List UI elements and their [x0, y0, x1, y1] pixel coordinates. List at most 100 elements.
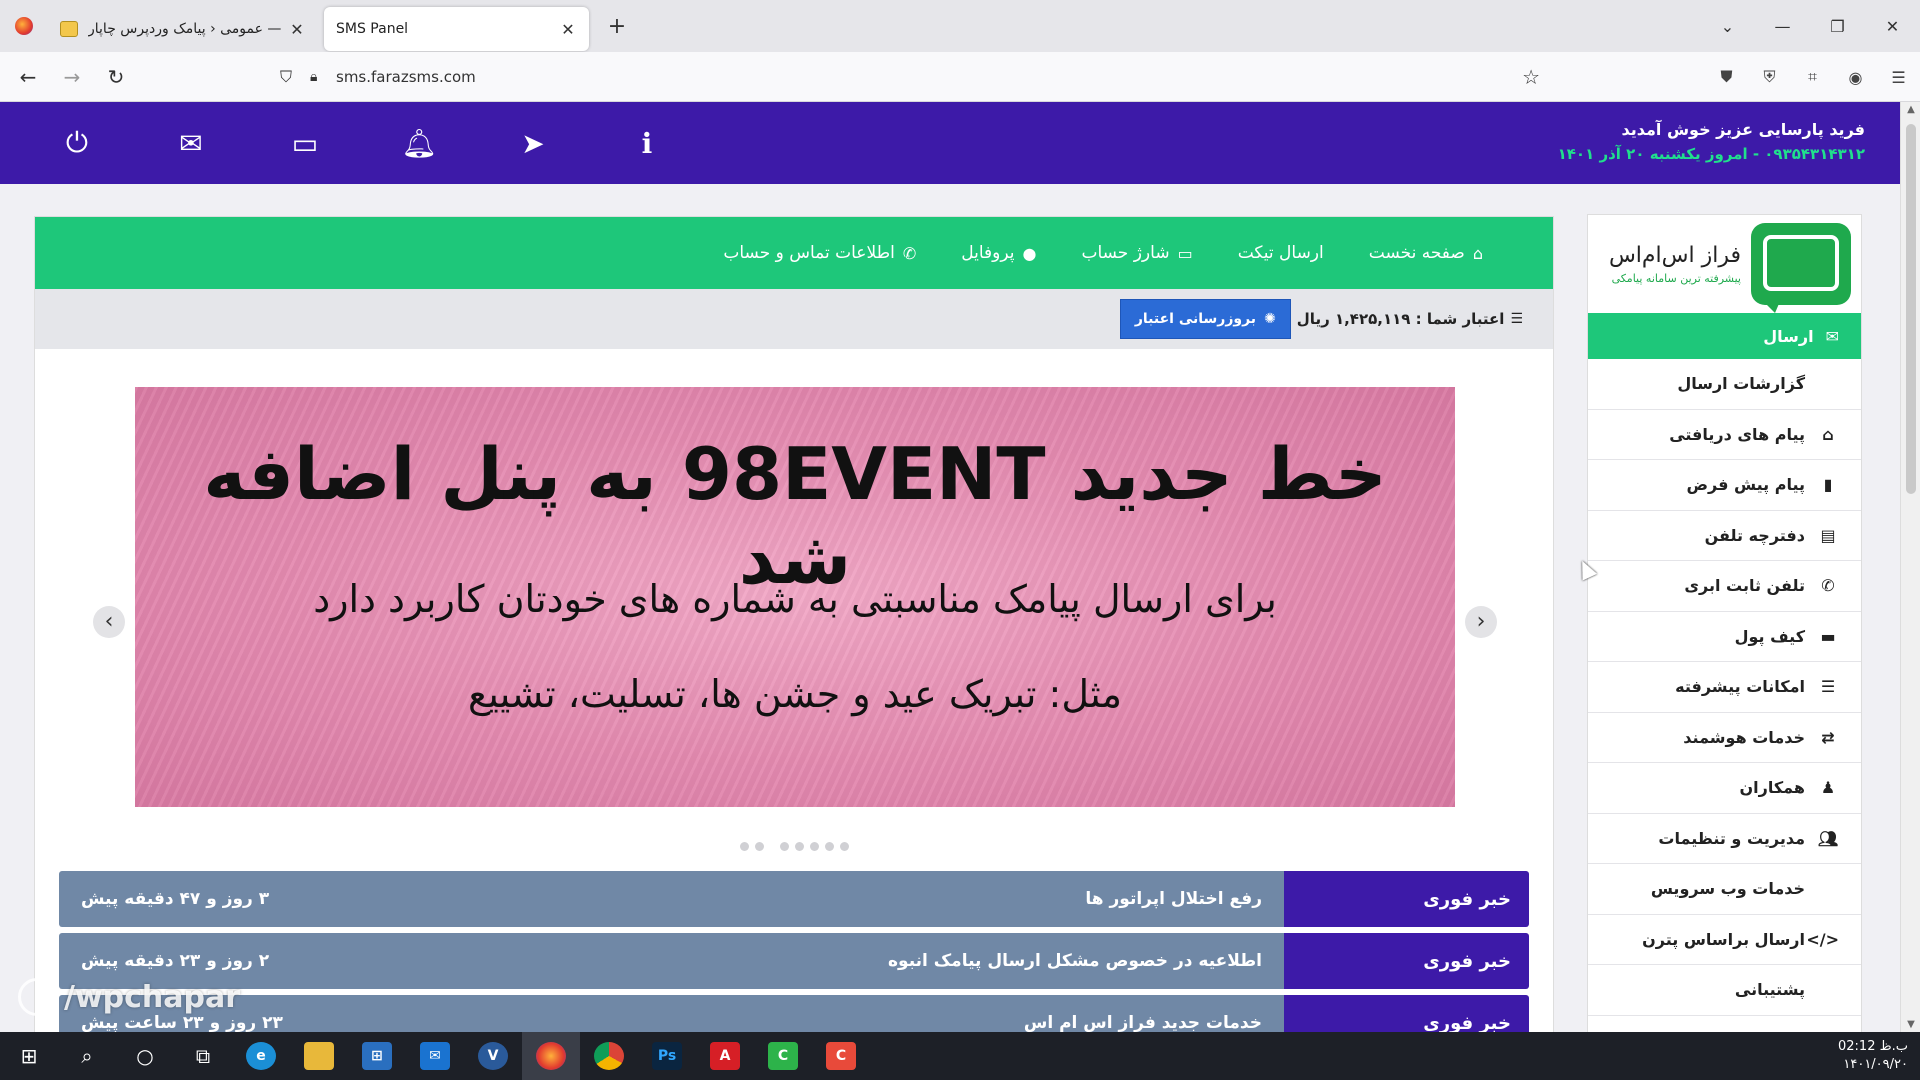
- hamburger-menu-icon[interactable]: ☰: [1877, 68, 1920, 87]
- code-icon: </>: [1806, 929, 1839, 949]
- reload-icon[interactable]: ↻: [94, 65, 138, 89]
- cortana-icon[interactable]: ○: [116, 1032, 174, 1080]
- sidebar-item-send-reports[interactable]: گزارشات ارسال: [1588, 359, 1861, 410]
- carousel-dot[interactable]: [754, 842, 764, 851]
- browser-tab-sms-panel[interactable]: SMS Panel ✕: [324, 7, 589, 51]
- tracking-shield-icon[interactable]: ⛉: [280, 67, 310, 87]
- crop-icon[interactable]: ⌗: [1791, 67, 1834, 87]
- firefox-menu-button[interactable]: [0, 0, 48, 52]
- task-view-icon[interactable]: ⧉: [174, 1032, 232, 1080]
- account-icon[interactable]: ◉: [1834, 68, 1877, 87]
- close-tab-icon[interactable]: ✕: [559, 20, 577, 39]
- list-icon: ☰: [1820, 677, 1836, 697]
- bell-icon[interactable]: 🔔︎: [362, 127, 476, 160]
- system-clock[interactable]: ب.ظ 02:12 ۱۴۰۱/۰۹/۲۰: [1838, 1038, 1908, 1074]
- chrome-icon[interactable]: [580, 1032, 638, 1080]
- browser-nav-bar: ← → ↻ ⛉ 🔒︎ sms.farazsms.com ☆ ⛊ ⛨ ⌗ ◉ ☰: [0, 52, 1920, 102]
- close-window-icon[interactable]: ✕: [1865, 17, 1920, 36]
- sidebar-item-inbox[interactable]: ⌂ پیام های دریافتی: [1588, 410, 1861, 460]
- sidebar-item-wallet[interactable]: ▬ کیف پول: [1588, 612, 1861, 662]
- retweet-icon: ⇄: [1821, 727, 1835, 747]
- menu-send-ticket[interactable]: ارسال تیکت: [1238, 243, 1324, 263]
- acrobat-icon[interactable]: A: [696, 1032, 754, 1080]
- lock-icon[interactable]: 🔒︎: [310, 69, 336, 85]
- sidebar-item-support[interactable]: پشتیبانی: [1588, 965, 1861, 1016]
- clock-date: ۱۴۰۱/۰۹/۲۰: [1843, 1057, 1908, 1072]
- refresh-credit-button[interactable]: ✺ بروزرسانی اعتبار: [1119, 299, 1291, 339]
- sidebar: فراز اس‌ام‌اس پیشرفته ترین سامانه پیامکی…: [1587, 214, 1862, 1032]
- ticket-icon[interactable]: ▭: [248, 127, 362, 160]
- url-text[interactable]: sms.farazsms.com: [336, 68, 476, 86]
- back-icon[interactable]: ←: [6, 65, 50, 89]
- sidebar-item-pattern-send[interactable]: </> ارسال براساس پترن: [1588, 915, 1861, 965]
- welcome-text: فرید پارسایی عزیز خوش آمدید: [1621, 120, 1866, 139]
- book-icon: ▤: [1820, 525, 1836, 545]
- list-all-tabs-icon[interactable]: ⌄: [1700, 17, 1755, 36]
- inbox-icon: ⌂: [1822, 424, 1834, 444]
- camtasia-green-icon[interactable]: C: [754, 1032, 812, 1080]
- carousel-indicators: [35, 842, 1553, 851]
- pocket-icon[interactable]: ⛊: [1705, 67, 1748, 87]
- news-item[interactable]: خبر فوری خدمات جدید فراز اس ام اس ۲۳ روز …: [59, 995, 1529, 1032]
- paper-plane-icon[interactable]: ➤: [476, 127, 590, 160]
- minimize-window-icon[interactable]: —: [1755, 17, 1810, 36]
- sidebar-item-phonebook[interactable]: ▤ دفترچه تلفن: [1588, 511, 1861, 561]
- menu-contact-info[interactable]: ✆ اطلاعات تماس و حساب: [723, 243, 916, 263]
- envelope-open-icon[interactable]: ✉: [134, 127, 248, 160]
- news-item[interactable]: خبر فوری اطلاعیه در خصوص مشکل ارسال پیام…: [59, 933, 1529, 989]
- address-bar[interactable]: ⛉ 🔒︎ sms.farazsms.com ☆: [280, 59, 1540, 95]
- power-icon[interactable]: ⏻: [20, 126, 134, 160]
- search-icon[interactable]: ⌕: [58, 1032, 116, 1080]
- v-app-icon[interactable]: V: [464, 1032, 522, 1080]
- menu-account-charge[interactable]: ▭ شارژ حساب: [1081, 243, 1192, 263]
- carousel-dot[interactable]: [824, 842, 834, 851]
- credit-bar: ☰ اعتبار شما : ۱,۴۲۵,۱۱۹ ریال ✺ بروزرسان…: [35, 289, 1553, 349]
- restore-window-icon[interactable]: ❐: [1810, 17, 1865, 36]
- carousel-prev-icon[interactable]: ‹: [93, 606, 125, 638]
- browser-tab-wordpress[interactable]: عمومی ‹ پیامک وردپرس چاپار — ✕: [48, 8, 318, 50]
- logo[interactable]: فراز اس‌ام‌اس پیشرفته ترین سامانه پیامکی: [1588, 215, 1861, 313]
- sidebar-item-partners[interactable]: ♟ همکاران: [1588, 763, 1861, 814]
- store-icon[interactable]: ⊞: [348, 1032, 406, 1080]
- scroll-up-icon[interactable]: ▲: [1901, 104, 1920, 115]
- announcement-carousel[interactable]: خط جدید 98EVENT به پنل اضافه شد برای ارس…: [135, 387, 1455, 807]
- scroll-down-icon[interactable]: ▼: [1901, 1019, 1920, 1030]
- sidebar-item-smart-services[interactable]: ⇄ خدمات هوشمند: [1588, 713, 1861, 763]
- close-tab-icon[interactable]: ✕: [288, 20, 306, 39]
- shield-extension-icon[interactable]: ⛨: [1748, 67, 1791, 87]
- carousel-dot[interactable]: [809, 842, 819, 851]
- news-item[interactable]: خبر فوری رفع اختلال اپراتور ها ۳ روز و ۴۷…: [59, 871, 1529, 927]
- logo-tagline: پیشرفته ترین سامانه پیامکی: [1611, 272, 1741, 285]
- file-explorer-icon[interactable]: [290, 1032, 348, 1080]
- user-tie-icon: ♟: [1820, 778, 1836, 798]
- logo-mark-icon: [1751, 223, 1851, 313]
- carousel-next-icon[interactable]: ›: [1465, 606, 1497, 638]
- carousel-dot[interactable]: [839, 842, 849, 851]
- sidebar-item-advanced-features[interactable]: ☰ امکانات پیشرفته: [1588, 662, 1861, 713]
- news-time: ۲ روز و ۲۳ دقیقه پیش: [81, 951, 270, 971]
- forward-icon[interactable]: →: [50, 65, 94, 89]
- photoshop-icon[interactable]: Ps: [638, 1032, 696, 1080]
- windows-start-icon[interactable]: ⊞: [0, 1032, 58, 1080]
- sidebar-item-cloud-phone[interactable]: ✆ تلفن ثابت ابری: [1588, 561, 1861, 612]
- mail-icon[interactable]: ✉: [406, 1032, 464, 1080]
- sidebar-item-web-service[interactable]: خدمات وب سرویس: [1588, 864, 1861, 915]
- carousel-dot[interactable]: [794, 842, 804, 851]
- firefox-taskbar-icon[interactable]: [522, 1032, 580, 1080]
- logo-name: فراز اس‌ام‌اس: [1608, 243, 1741, 268]
- sidebar-item-management-settings[interactable]: 👥︎ مدیریت و تنظیمات: [1588, 814, 1861, 864]
- page-scrollbar[interactable]: ▲ ▼: [1900, 102, 1920, 1032]
- carousel-dot[interactable]: [739, 842, 749, 851]
- info-icon[interactable]: ℹ: [590, 127, 704, 160]
- new-tab-button[interactable]: +: [597, 14, 637, 39]
- bookmark-star-icon[interactable]: ☆: [1522, 65, 1540, 89]
- camtasia-red-icon[interactable]: C: [812, 1032, 870, 1080]
- carousel-dot[interactable]: [779, 842, 789, 851]
- scrollbar-thumb[interactable]: [1906, 124, 1916, 494]
- edge-icon[interactable]: e: [232, 1032, 290, 1080]
- sidebar-item-default-messages[interactable]: ▮ پیام پیش فرض: [1588, 460, 1861, 511]
- sidebar-send-button[interactable]: ✉ ارسال: [1588, 313, 1861, 359]
- menu-profile[interactable]: ● پروفایل: [961, 243, 1036, 263]
- menu-home[interactable]: ⌂ صفحه نخست: [1369, 243, 1483, 263]
- bookmark-icon: ▮: [1823, 475, 1833, 495]
